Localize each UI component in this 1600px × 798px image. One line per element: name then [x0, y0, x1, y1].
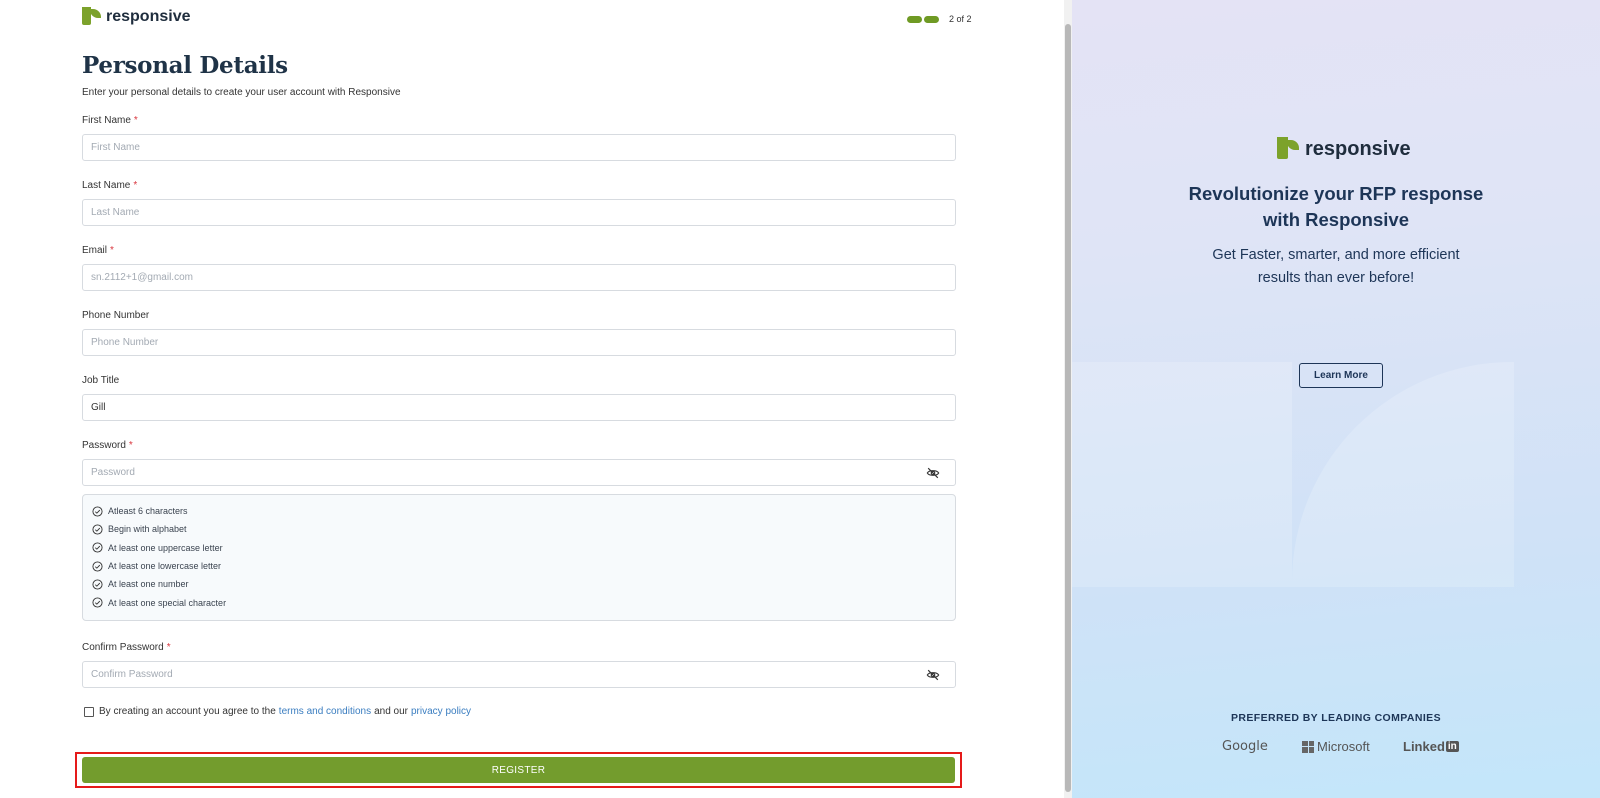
microsoft-logo: Microsoft — [1302, 739, 1370, 754]
page-subtitle: Enter your personal details to create yo… — [82, 87, 401, 98]
password-rule: At least one uppercase letter — [92, 539, 946, 557]
decorative-shape — [1072, 362, 1292, 587]
required-marker: * — [133, 180, 138, 191]
password-label: Password * — [82, 440, 133, 451]
progress-segment — [907, 15, 922, 23]
confirm-password-input[interactable] — [82, 661, 956, 688]
decorative-shape — [1292, 362, 1514, 587]
required-marker: * — [166, 642, 171, 653]
check-circle-icon — [92, 597, 103, 608]
check-circle-icon — [92, 579, 103, 590]
first-name-label: First Name * — [82, 115, 138, 126]
promo-subtext: Get Faster, smarter, and more efficient … — [1212, 247, 1460, 286]
password-rule: At least one number — [92, 575, 946, 593]
email-input[interactable] — [82, 264, 956, 291]
step-label: 2 of 2 — [949, 14, 972, 24]
check-circle-icon — [92, 560, 103, 572]
register-button[interactable]: REGISTER — [82, 757, 955, 783]
scrollbar[interactable] — [1064, 0, 1072, 798]
password-rule: At least one special character — [92, 593, 946, 611]
step-progress: 2 of 2 — [907, 14, 972, 24]
job-title-input[interactable] — [82, 394, 956, 421]
check-circle-icon — [92, 542, 103, 553]
phone-input[interactable] — [82, 329, 956, 356]
required-marker: * — [110, 245, 114, 256]
first-name-input[interactable] — [82, 134, 956, 161]
responsive-logo-icon — [1277, 137, 1301, 161]
page-title: Personal Details — [82, 52, 288, 79]
preferred-by-heading: PREFERRED BY LEADING COMPANIES — [1231, 712, 1441, 724]
required-marker: * — [133, 115, 138, 126]
password-requirements: Atleast 6 characters Begin with alphabet… — [82, 494, 956, 621]
check-circle-icon — [92, 506, 103, 517]
google-logo: Google — [1222, 739, 1268, 754]
password-rule: At least one lowercase letter — [92, 557, 946, 575]
promo-brand-name: responsive — [1305, 137, 1411, 160]
last-name-label: Last Name * — [82, 180, 138, 191]
required-marker: * — [128, 440, 133, 451]
promo-panel: responsive Revolutionize your RFP respon… — [1072, 0, 1600, 798]
terms-agreement: By creating an account you agree to the … — [84, 706, 474, 717]
check-circle-icon — [92, 524, 103, 535]
password-input[interactable] — [82, 459, 956, 486]
last-name-input[interactable] — [82, 199, 956, 226]
eye-off-icon[interactable] — [926, 668, 940, 682]
brand-name: responsive — [106, 8, 191, 25]
terms-link[interactable]: terms and conditions — [279, 706, 371, 717]
eye-off-icon[interactable] — [926, 466, 940, 480]
responsive-logo-icon — [82, 7, 102, 27]
promo-headline: Revolutionize your RFP response with Res… — [1188, 183, 1484, 230]
brand-logo: responsive — [82, 7, 190, 27]
email-label: Email * — [82, 245, 114, 256]
learn-more-button[interactable]: Learn More — [1299, 363, 1383, 388]
microsoft-icon — [1302, 740, 1314, 753]
promo-logo: responsive — [1277, 137, 1411, 161]
register-highlight: REGISTER — [75, 752, 962, 788]
terms-checkbox[interactable] — [84, 706, 94, 717]
linkedin-logo: Linked in — [1403, 739, 1459, 754]
password-rule: Begin with alphabet — [92, 520, 946, 538]
registration-panel: responsive 2 of 2 Personal Details Enter… — [0, 0, 1056, 798]
confirm-password-label: Confirm Password * — [82, 642, 171, 653]
phone-label: Phone Number — [82, 310, 150, 321]
job-title-label: Job Title — [82, 375, 120, 386]
password-rule: Atleast 6 characters — [92, 502, 946, 520]
progress-segment — [924, 15, 939, 23]
privacy-link[interactable]: privacy policy — [411, 706, 471, 717]
scrollbar-thumb[interactable] — [1065, 24, 1071, 792]
